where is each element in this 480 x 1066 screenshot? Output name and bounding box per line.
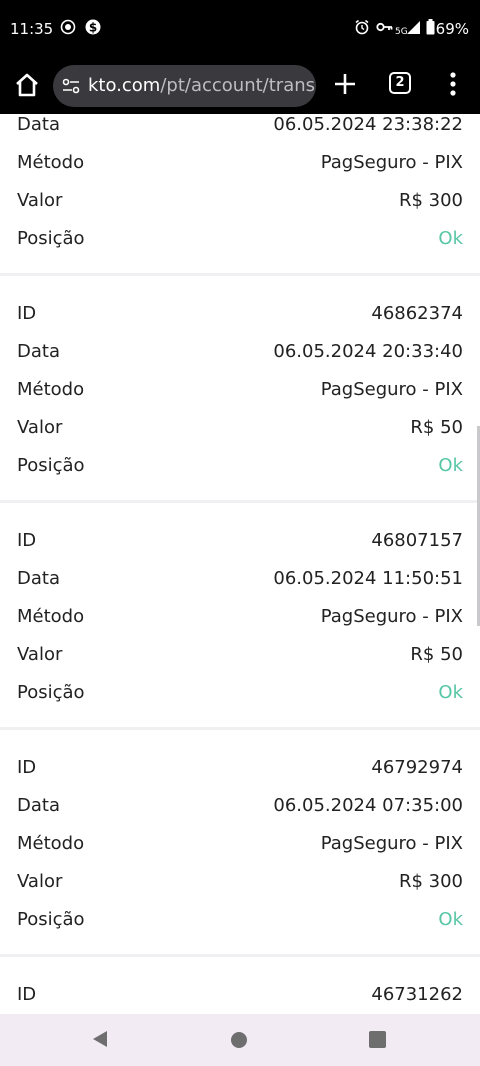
method-label: Método — [17, 606, 85, 627]
status-value: Ok — [438, 682, 463, 703]
row-value: Valor R$ 300 — [0, 182, 480, 220]
row-status: Posição Ok — [0, 674, 480, 712]
method-label: Método — [17, 833, 85, 854]
amount-value: R$ 300 — [398, 190, 463, 211]
method-value: PagSeguro - PIX — [320, 152, 463, 173]
dollar-icon: $ — [85, 19, 101, 35]
date-value: 06.05.2024 20:33:40 — [273, 341, 463, 362]
amount-value: R$ 50 — [410, 644, 463, 665]
row-date: Data 06.05.2024 20:33:40 — [0, 333, 480, 371]
amount-value: R$ 300 — [398, 871, 463, 892]
id-value: 46792974 — [371, 757, 463, 778]
row-method: Método PagSeguro - PIX — [0, 598, 480, 636]
recent-apps-icon[interactable] — [369, 1031, 386, 1048]
row-date: Data 06.05.2024 11:50:51 — [0, 560, 480, 598]
address-bar[interactable]: kto.com/pt/account/transa — [53, 65, 316, 107]
alarm-icon — [355, 19, 369, 35]
id-value: 46731262 — [371, 984, 463, 1005]
transactions-list: Data 06.05.2024 23:38:22 Método PagSegur… — [0, 114, 480, 1014]
amount-value: R$ 50 — [410, 417, 463, 438]
svg-text:$: $ — [89, 21, 97, 35]
method-value: PagSeguro - PIX — [320, 606, 463, 627]
status-bar: 11:35 $ 5G 69% — [0, 0, 480, 60]
date-value: 06.05.2024 07:35:00 — [273, 795, 463, 816]
status-label: Posição — [17, 909, 85, 930]
id-label: ID — [17, 303, 37, 324]
home-nav-icon[interactable] — [231, 1032, 247, 1048]
date-label: Data — [17, 341, 60, 362]
home-icon[interactable] — [12, 70, 42, 100]
id-label: ID — [17, 984, 37, 1005]
value-label: Valor — [17, 644, 63, 665]
row-value: Valor R$ 50 — [0, 636, 480, 674]
id-value: 46862374 — [371, 303, 463, 324]
row-date: Data 06.05.2024 23:38:22 — [0, 114, 480, 144]
status-label: Posição — [17, 228, 85, 249]
method-label: Método — [17, 152, 85, 173]
transaction-card: Data 06.05.2024 23:38:22 Método PagSegur… — [0, 114, 480, 273]
status-label: Posição — [17, 682, 85, 703]
id-label: ID — [17, 757, 37, 778]
row-id: ID 46731262 — [0, 976, 480, 1014]
value-label: Valor — [17, 871, 63, 892]
row-method: Método PagSeguro - PIX — [0, 825, 480, 863]
date-value: 06.05.2024 23:38:22 — [273, 114, 463, 135]
row-status: Posição Ok — [0, 901, 480, 939]
battery-percent: 69% — [435, 20, 469, 38]
site-settings-icon[interactable] — [62, 77, 80, 95]
status-value: Ok — [438, 455, 463, 476]
more-options-icon[interactable] — [441, 70, 465, 98]
status-value: Ok — [438, 228, 463, 249]
system-navigation-bar — [0, 1014, 480, 1066]
value-label: Valor — [17, 190, 63, 211]
method-label: Método — [17, 379, 85, 400]
url-text: kto.com/pt/account/transa — [88, 75, 316, 96]
row-status: Posição Ok — [0, 447, 480, 485]
date-label: Data — [17, 114, 60, 135]
id-label: ID — [17, 530, 37, 551]
id-value: 46807157 — [371, 530, 463, 551]
row-method: Método PagSeguro - PIX — [0, 144, 480, 182]
row-value: Valor R$ 300 — [0, 863, 480, 901]
row-id: ID 46807157 — [0, 522, 480, 560]
status-value: Ok — [438, 909, 463, 930]
signal-icon — [407, 21, 420, 34]
record-icon — [60, 19, 76, 35]
value-label: Valor — [17, 417, 63, 438]
row-id: ID 46792974 — [0, 749, 480, 787]
tab-switcher-button[interactable]: 2 — [389, 72, 411, 94]
method-value: PagSeguro - PIX — [320, 833, 463, 854]
row-id: ID 46862374 — [0, 295, 480, 333]
new-tab-icon[interactable] — [331, 70, 359, 98]
transaction-card: ID 46731262 — [0, 957, 480, 1014]
url-domain: kto.com — [88, 75, 161, 96]
status-time: 11:35 — [10, 20, 54, 38]
date-label: Data — [17, 568, 60, 589]
browser-toolbar: kto.com/pt/account/transa 2 — [0, 60, 480, 114]
key-icon — [376, 22, 393, 32]
battery-icon — [426, 19, 435, 35]
row-value: Valor R$ 50 — [0, 409, 480, 447]
back-icon[interactable] — [92, 1030, 108, 1048]
transaction-card: ID 46807157 Data 06.05.2024 11:50:51 Mét… — [0, 503, 480, 727]
row-date: Data 06.05.2024 07:35:00 — [0, 787, 480, 825]
method-value: PagSeguro - PIX — [320, 379, 463, 400]
status-label: Posição — [17, 455, 85, 476]
date-label: Data — [17, 795, 60, 816]
row-status: Posição Ok — [0, 220, 480, 258]
row-method: Método PagSeguro - PIX — [0, 371, 480, 409]
transaction-card: ID 46862374 Data 06.05.2024 20:33:40 Mét… — [0, 276, 480, 500]
transaction-card: ID 46792974 Data 06.05.2024 07:35:00 Mét… — [0, 730, 480, 954]
url-path: /pt/account/transa — [160, 75, 316, 96]
date-value: 06.05.2024 11:50:51 — [273, 568, 463, 589]
